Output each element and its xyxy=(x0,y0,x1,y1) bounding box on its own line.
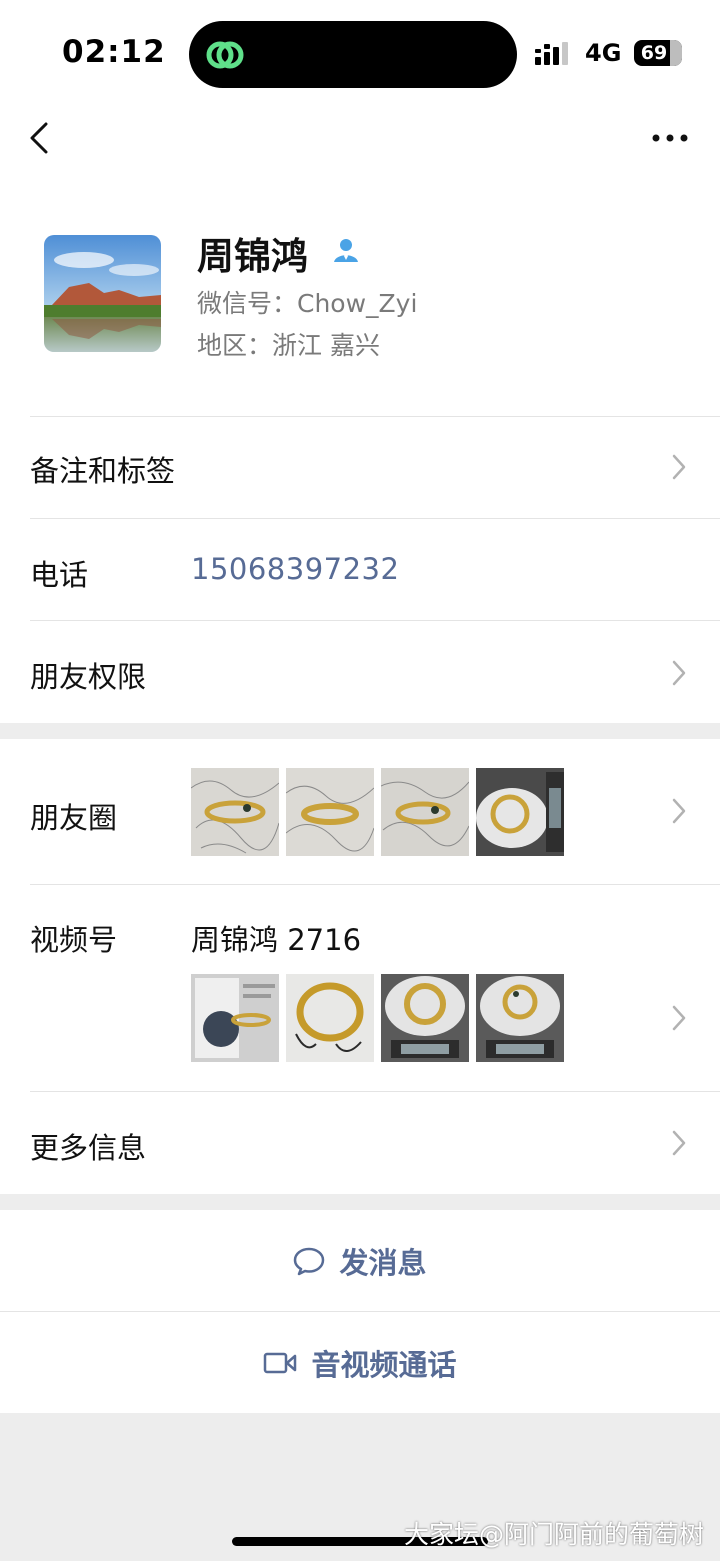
row-more-info[interactable]: 更多信息 xyxy=(0,1091,720,1194)
row-label: 电话 xyxy=(30,558,89,592)
battery-icon: 69 xyxy=(634,40,682,66)
back-icon[interactable] xyxy=(26,118,54,158)
avatar[interactable] xyxy=(44,235,161,352)
channels-thumbnail xyxy=(191,974,279,1062)
status-bar: 02:12 4G 69 xyxy=(0,0,720,100)
chevron-right-icon xyxy=(672,1005,686,1031)
moments-thumbnail xyxy=(191,768,279,856)
chevron-right-icon xyxy=(672,454,686,480)
row-label: 更多信息 xyxy=(30,1131,147,1165)
channels-name: 周锦鸿 2716 xyxy=(191,923,362,957)
channels-thumbnail xyxy=(286,974,374,1062)
chevron-right-icon xyxy=(672,1130,686,1156)
row-label: 视频号 xyxy=(30,923,118,957)
more-icon[interactable] xyxy=(650,128,690,148)
verified-user-icon xyxy=(334,239,358,262)
chat-bubble-icon xyxy=(294,1247,325,1275)
chevron-right-icon xyxy=(672,798,686,824)
video-camera-icon xyxy=(264,1352,297,1373)
row-label: 朋友权限 xyxy=(30,660,147,694)
nav-bar xyxy=(0,100,720,180)
watermark: 大家坛@阿门阿前的葡萄树 xyxy=(403,1520,704,1549)
row-label: 备注和标签 xyxy=(30,454,176,488)
wechat-id: 微信号：Chow_Zyi xyxy=(197,289,418,318)
phone-number[interactable]: 15068397232 xyxy=(191,552,399,586)
av-call-label: 音视频通话 xyxy=(311,1347,457,1382)
send-message-button[interactable]: 发消息 xyxy=(0,1210,720,1311)
row-channels[interactable]: 视频号 周锦鸿 2716 xyxy=(0,884,720,1091)
battery-level: 69 xyxy=(640,42,668,64)
channels-thumbnail xyxy=(476,974,564,1062)
link-icon xyxy=(206,41,244,69)
status-time: 02:12 xyxy=(62,34,166,70)
channels-thumbnail xyxy=(381,974,469,1062)
row-moments[interactable]: 朋友圈 xyxy=(0,739,720,884)
moments-thumbnail xyxy=(286,768,374,856)
dynamic-island xyxy=(189,21,517,88)
row-label: 朋友圈 xyxy=(30,801,118,835)
signal-icon xyxy=(535,42,568,65)
send-message-label: 发消息 xyxy=(339,1245,427,1280)
av-call-button[interactable]: 音视频通话 xyxy=(0,1312,720,1413)
region: 地区：浙江 嘉兴 xyxy=(197,331,380,360)
network-type: 4G xyxy=(585,39,622,67)
row-friend-permissions[interactable]: 朋友权限 xyxy=(0,620,720,723)
chevron-right-icon xyxy=(672,660,686,686)
row-remarks-tags[interactable]: 备注和标签 xyxy=(0,416,720,518)
contact-name: 周锦鸿 xyxy=(197,235,308,278)
moments-thumbnail xyxy=(381,768,469,856)
media-group: 朋友圈 视频号 周锦鸿 2716 更多信息 xyxy=(0,739,720,1194)
info-group: 备注和标签 电话 15068397232 朋友权限 xyxy=(0,416,720,723)
moments-thumbnail xyxy=(476,768,564,856)
row-phone: 电话 15068397232 xyxy=(0,518,720,620)
profile-header: 周锦鸿 微信号：Chow_Zyi 地区：浙江 嘉兴 xyxy=(0,180,720,416)
